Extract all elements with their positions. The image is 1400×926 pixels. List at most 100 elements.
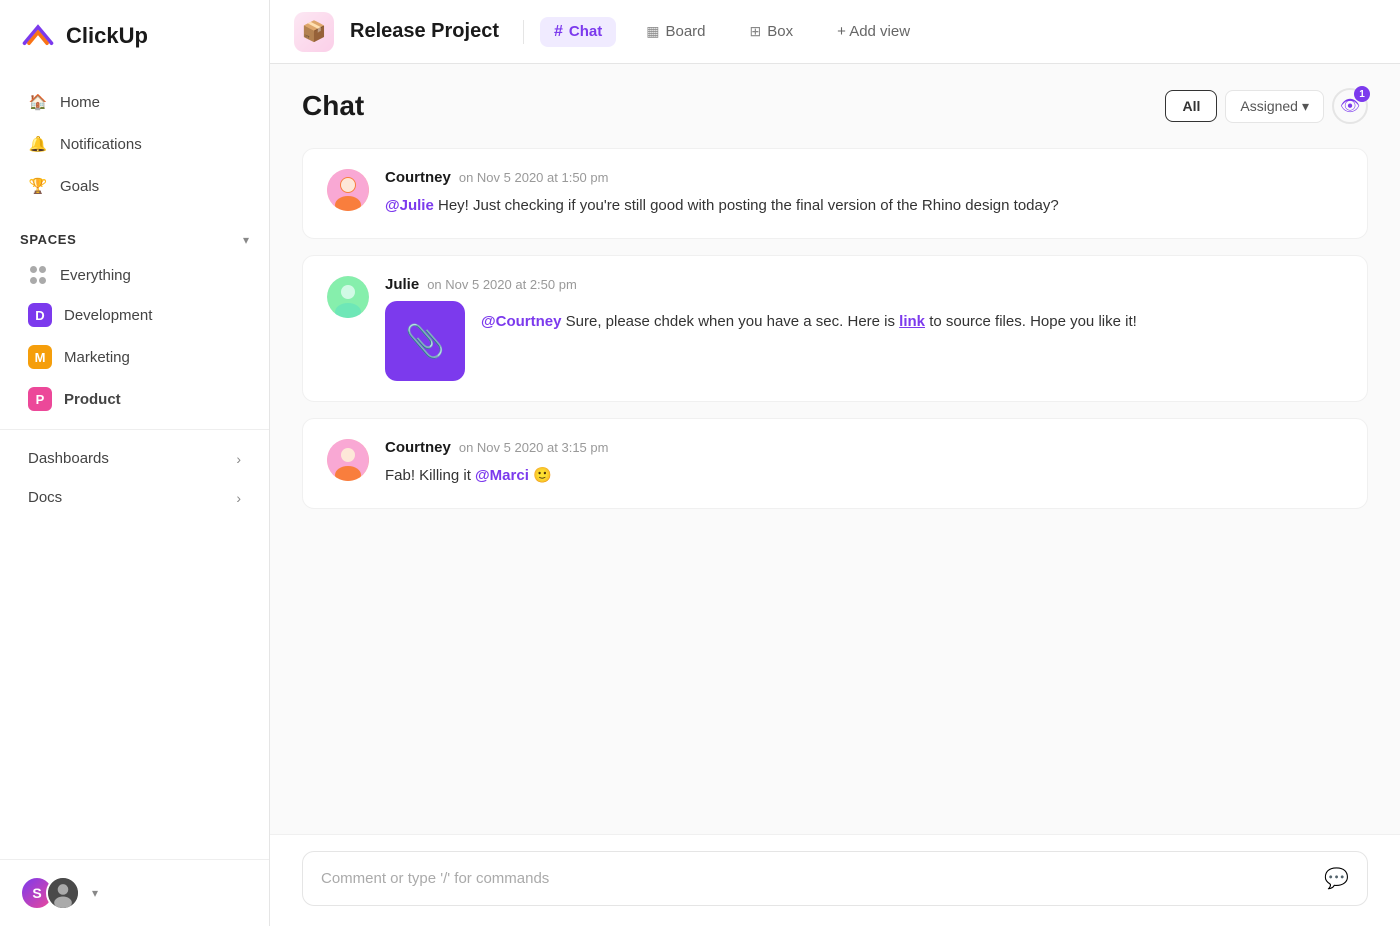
- avatar: [327, 439, 369, 481]
- message-time: on Nov 5 2020 at 2:50 pm: [427, 277, 577, 292]
- message-author: Julie: [385, 276, 419, 293]
- footer-dropdown-icon[interactable]: ▾: [92, 886, 98, 900]
- comment-bubble-icon: 💬: [1324, 866, 1349, 891]
- watch-button[interactable]: 👁 1: [1332, 88, 1368, 124]
- mention[interactable]: @Courtney: [481, 313, 561, 330]
- tab-board-label: Board: [665, 23, 705, 40]
- tab-box[interactable]: ⊞ Box: [736, 17, 808, 46]
- paperclip-icon: 📎: [405, 322, 445, 360]
- spaces-section: Spaces ▾: [0, 216, 269, 255]
- sidebar-label-goals: Goals: [60, 178, 99, 195]
- message-time: on Nov 5 2020 at 3:15 pm: [459, 440, 609, 455]
- avatar: [327, 169, 369, 211]
- attachment-box[interactable]: 📎: [385, 301, 465, 381]
- julie-avatar-icon: [327, 276, 369, 318]
- message-card: Courtney on Nov 5 2020 at 3:15 pm Fab! K…: [302, 418, 1368, 509]
- sidebar-item-development[interactable]: D Development: [8, 295, 261, 335]
- message-after-link: to source files. Hope you like it!: [929, 313, 1137, 330]
- message-text: @Julie Hey! Just checking if you're stil…: [385, 194, 1343, 218]
- sidebar-item-goals[interactable]: 🏆 Goals: [8, 166, 261, 206]
- docs-label: Docs: [28, 489, 62, 506]
- sidebar-item-home[interactable]: 🏠 Home: [8, 82, 261, 122]
- chat-controls: All Assigned ▾ 👁 1: [1165, 88, 1368, 124]
- courtney-avatar-icon: [327, 169, 369, 211]
- sidebar-label-product: Product: [64, 391, 121, 408]
- comment-area: Comment or type '/' for commands 💬: [270, 834, 1400, 926]
- message-link[interactable]: link: [899, 313, 925, 330]
- message-meta: Julie on Nov 5 2020 at 2:50 pm: [385, 276, 1343, 293]
- sidebar-label-home: Home: [60, 94, 100, 111]
- message-author: Courtney: [385, 169, 451, 186]
- topbar-divider: [523, 20, 524, 44]
- filter-assigned-dropdown[interactable]: Assigned ▾: [1225, 90, 1324, 123]
- sidebar-item-marketing[interactable]: M Marketing: [8, 337, 261, 377]
- message-author: Courtney: [385, 439, 451, 456]
- message-emoji: 🙂: [533, 467, 552, 484]
- messages-list: Courtney on Nov 5 2020 at 1:50 pm @Julie…: [302, 148, 1368, 810]
- sidebar: ClickUp 🏠 Home 🔔 Notifications 🏆 Goals S…: [0, 0, 270, 926]
- spaces-title: Spaces: [20, 232, 76, 247]
- logo[interactable]: ClickUp: [0, 0, 269, 72]
- sidebar-label-notifications: Notifications: [60, 136, 142, 153]
- message-time: on Nov 5 2020 at 1:50 pm: [459, 170, 609, 185]
- tab-board[interactable]: ▦ Board: [632, 17, 719, 46]
- project-icon: 📦: [294, 12, 334, 52]
- box-icon: ⊞: [750, 23, 762, 40]
- filter-all-button[interactable]: All: [1165, 90, 1217, 122]
- sidebar-label-development: Development: [64, 307, 152, 324]
- chat-hash-icon: #: [554, 23, 563, 41]
- tab-box-label: Box: [767, 23, 793, 40]
- sidebar-footer: S ▾: [0, 859, 269, 926]
- sidebar-item-everything[interactable]: Everything: [8, 257, 261, 293]
- sidebar-label-marketing: Marketing: [64, 349, 130, 366]
- assigned-label: Assigned: [1240, 98, 1298, 114]
- everything-icon: [28, 265, 48, 285]
- mention[interactable]: @Marci: [475, 467, 529, 484]
- chat-area: Chat All Assigned ▾ 👁 1: [270, 64, 1400, 834]
- main-content: 📦 Release Project # Chat ▦ Board ⊞ Box +…: [270, 0, 1400, 926]
- message-content: Hey! Just checking if you're still good …: [438, 197, 1059, 214]
- add-view-label: + Add view: [837, 23, 910, 40]
- message-with-attachment: 📎 @Courtney Sure, please chdek when you …: [385, 301, 1343, 381]
- topbar: 📦 Release Project # Chat ▦ Board ⊞ Box +…: [270, 0, 1400, 64]
- sidebar-item-notifications[interactable]: 🔔 Notifications: [8, 124, 261, 164]
- sidebar-item-docs[interactable]: Docs ›: [8, 479, 261, 516]
- avatar-user-j: [46, 876, 80, 910]
- board-icon: ▦: [646, 23, 659, 40]
- spaces-header[interactable]: Spaces ▾: [20, 232, 249, 247]
- message-card: Courtney on Nov 5 2020 at 1:50 pm @Julie…: [302, 148, 1368, 239]
- message-plain: Fab! Killing it: [385, 467, 475, 484]
- spaces-chevron-icon: ▾: [243, 233, 249, 247]
- dashboards-label: Dashboards: [28, 450, 109, 467]
- mention[interactable]: @Julie: [385, 197, 434, 214]
- home-icon: 🏠: [28, 92, 48, 112]
- clickup-logo-icon: [20, 18, 56, 54]
- sidebar-main-nav: 🏠 Home 🔔 Notifications 🏆 Goals: [0, 72, 269, 216]
- marketing-badge: M: [28, 345, 52, 369]
- product-badge: P: [28, 387, 52, 411]
- message-card: Julie on Nov 5 2020 at 2:50 pm 📎 @Courtn…: [302, 255, 1368, 402]
- docs-arrow-icon: ›: [236, 490, 241, 506]
- watch-badge: 1: [1354, 86, 1370, 102]
- user-avatars[interactable]: S: [20, 876, 80, 910]
- assigned-chevron-icon: ▾: [1302, 98, 1309, 115]
- sidebar-item-product[interactable]: P Product: [8, 379, 261, 419]
- add-view-button[interactable]: + Add view: [823, 17, 924, 46]
- message-meta: Courtney on Nov 5 2020 at 3:15 pm: [385, 439, 1343, 456]
- comment-input-wrapper[interactable]: Comment or type '/' for commands 💬: [302, 851, 1368, 906]
- sidebar-item-dashboards[interactable]: Dashboards ›: [8, 440, 261, 477]
- attachment-text: @Courtney Sure, please chdek when you ha…: [481, 301, 1137, 335]
- comment-placeholder[interactable]: Comment or type '/' for commands: [321, 870, 1324, 887]
- message-body: Julie on Nov 5 2020 at 2:50 pm 📎 @Courtn…: [385, 276, 1343, 381]
- tab-chat[interactable]: # Chat: [540, 17, 616, 47]
- tab-chat-label: Chat: [569, 23, 602, 40]
- trophy-icon: 🏆: [28, 176, 48, 196]
- sidebar-bottom: Dashboards › Docs ›: [0, 429, 269, 526]
- avatar: [327, 276, 369, 318]
- message-meta: Courtney on Nov 5 2020 at 1:50 pm: [385, 169, 1343, 186]
- chat-header: Chat All Assigned ▾ 👁 1: [302, 88, 1368, 124]
- chat-title: Chat: [302, 90, 364, 122]
- message-body: Courtney on Nov 5 2020 at 3:15 pm Fab! K…: [385, 439, 1343, 488]
- spaces-list: Everything D Development M Marketing P P…: [0, 255, 269, 421]
- bell-icon: 🔔: [28, 134, 48, 154]
